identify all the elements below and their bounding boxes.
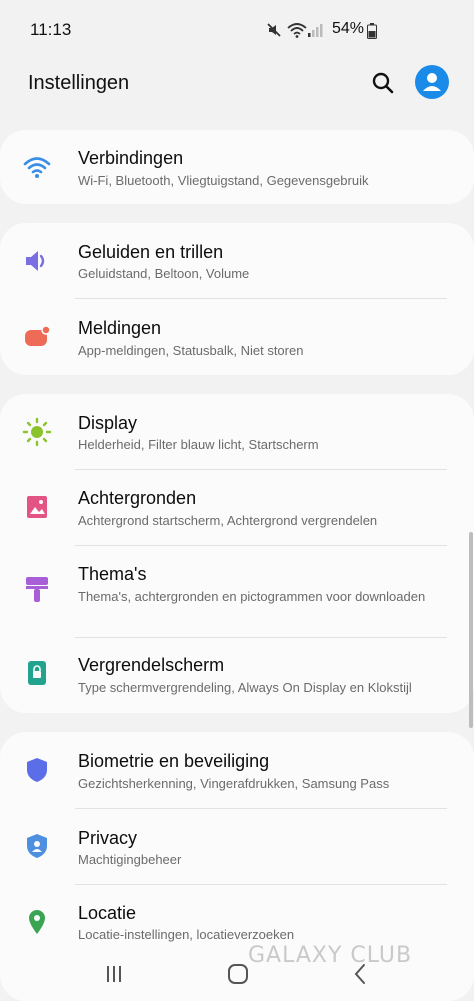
scrollbar[interactable] [469, 532, 473, 728]
item-title: Geluiden en trillen [78, 242, 224, 262]
item-subtitle: Thema's, achtergronden en pictogrammen v… [78, 589, 426, 604]
item-title: Meldingen [78, 318, 162, 338]
item-title: Biometrie en beveiliging [78, 751, 270, 771]
settings-item-achtergronden[interactable]: Achtergronden Achtergrond startscherm, A… [0, 470, 474, 545]
item-title: Vergrendelscherm [78, 655, 225, 675]
settings-card-connections: Verbindingen Wi-Fi, Bluetooth, Vliegtuig… [0, 130, 474, 204]
home-icon[interactable] [227, 963, 249, 985]
page-title: Instellingen [28, 72, 130, 94]
settings-item-themas[interactable]: Thema's Thema's, achtergronden en pictog… [0, 546, 474, 637]
settings-item-vergrendelscherm[interactable]: Vergrendelscherm Type schermvergrendelin… [0, 638, 474, 713]
status-bar: 11:13 54% [0, 0, 474, 60]
search-icon[interactable] [370, 70, 396, 96]
notification-icon [25, 325, 51, 346]
battery-icon [367, 23, 377, 39]
item-title: Locatie [78, 903, 137, 923]
theme-brush-icon [26, 577, 48, 602]
account-avatar[interactable] [415, 65, 449, 99]
item-subtitle: Achtergrond startscherm, Achtergrond ver… [78, 513, 378, 528]
settings-item-verbindingen[interactable]: Verbindingen Wi-Fi, Bluetooth, Vliegtuig… [0, 130, 474, 204]
lockscreen-icon [28, 661, 46, 685]
settings-item-display[interactable]: Display Helderheid, Filter blauw licht, … [0, 394, 474, 469]
settings-item-biometrie[interactable]: Biometrie en beveiliging Gezichtsherkenn… [0, 732, 474, 808]
wifi-icon [23, 157, 51, 178]
signal-icon [308, 24, 323, 37]
settings-card-display: Display Helderheid, Filter blauw licht, … [0, 394, 474, 713]
mute-icon [267, 23, 281, 37]
item-title: Privacy [78, 828, 138, 848]
settings-item-privacy[interactable]: Privacy Machtigingbeheer [0, 809, 474, 884]
status-time: 11:13 [30, 20, 72, 39]
speaker-icon [26, 251, 45, 271]
item-subtitle: App-meldingen, Statusbalk, Niet storen [78, 343, 304, 358]
brightness-icon [22, 417, 52, 447]
back-icon[interactable] [352, 963, 368, 985]
item-subtitle: Helderheid, Filter blauw licht, Startsch… [78, 437, 319, 452]
settings-item-meldingen[interactable]: Meldingen App-meldingen, Statusbalk, Nie… [0, 299, 474, 375]
location-pin-icon [29, 910, 45, 934]
settings-item-geluiden[interactable]: Geluiden en trillen Geluidstand, Beltoon… [0, 223, 474, 298]
shield-icon [27, 758, 47, 782]
navigation-bar [0, 940, 474, 1001]
item-subtitle: Machtigingbeheer [78, 852, 182, 867]
wifi-status-icon [287, 23, 307, 38]
battery-percent: 54% [331, 20, 364, 37]
recents-icon[interactable] [104, 964, 124, 984]
wallpaper-icon [27, 496, 47, 518]
settings-card-sound: Geluiden en trillen Geluidstand, Beltoon… [0, 223, 474, 375]
app-header: Instellingen [0, 60, 474, 120]
item-title: Achtergronden [78, 488, 197, 508]
item-title: Display [78, 413, 138, 433]
item-title: Verbindingen [78, 148, 184, 168]
privacy-shield-icon [27, 834, 47, 858]
item-subtitle: Wi-Fi, Bluetooth, Vliegtuigstand, Gegeve… [78, 173, 369, 188]
item-subtitle: Gezichtsherkenning, Vingerafdrukken, Sam… [78, 776, 390, 791]
person-icon [423, 73, 441, 91]
item-title: Thema's [78, 564, 147, 584]
item-subtitle: Geluidstand, Beltoon, Volume [78, 266, 250, 281]
item-subtitle: Type schermvergrendeling, Always On Disp… [78, 680, 412, 695]
